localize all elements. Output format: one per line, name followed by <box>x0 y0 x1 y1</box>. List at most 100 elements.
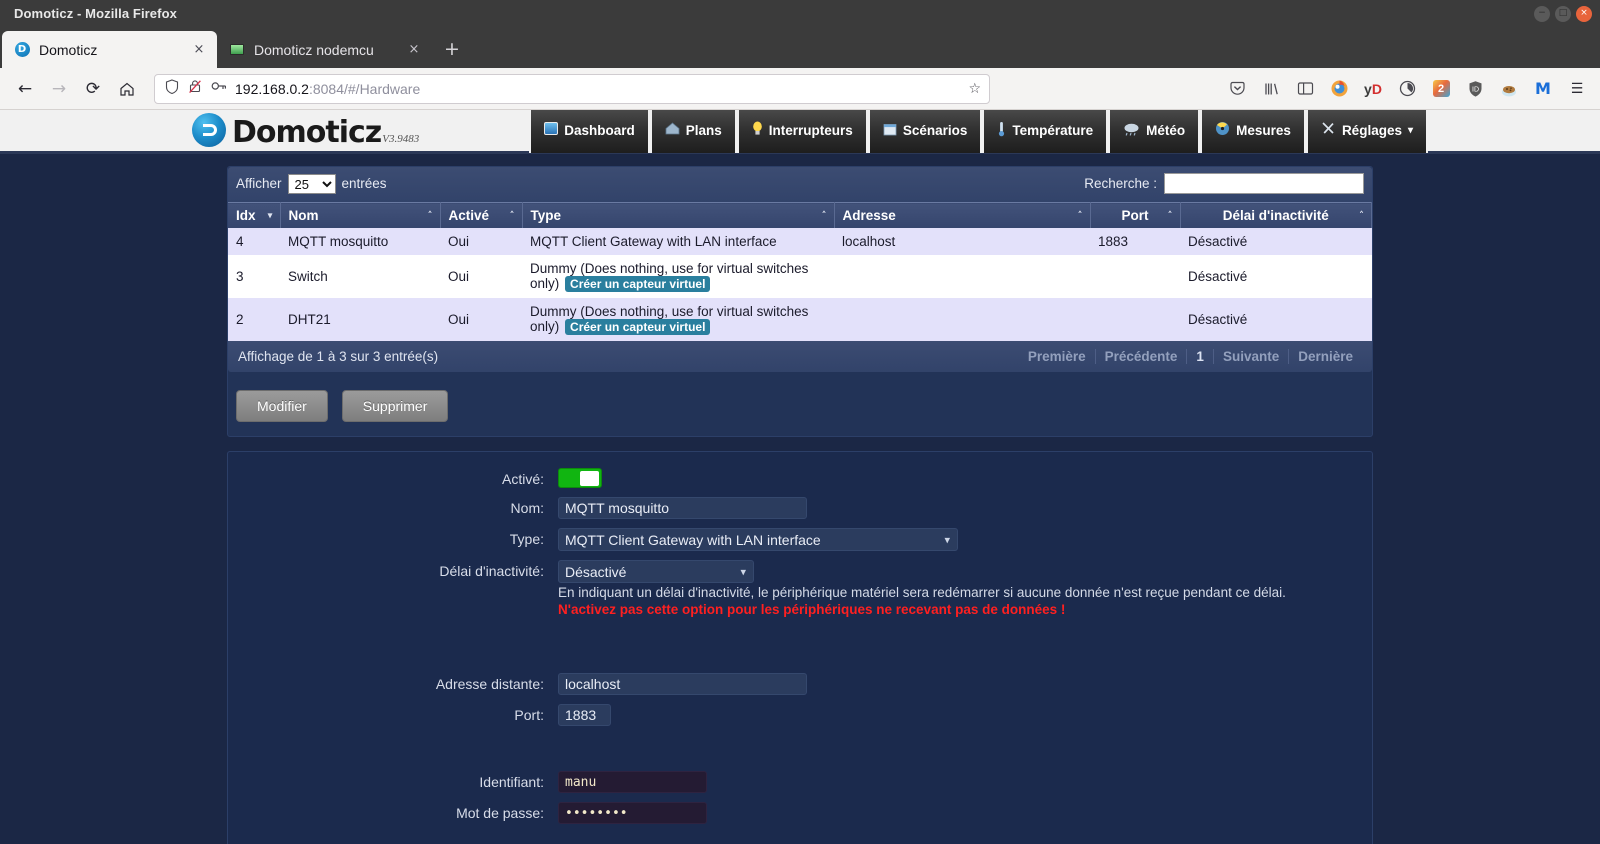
chevron-down-icon: ▾ <box>740 565 746 578</box>
malwarebytes-icon[interactable]: M <box>1528 74 1558 104</box>
library-icon[interactable] <box>1256 74 1286 104</box>
maximize-button[interactable]: □ <box>1555 6 1571 22</box>
create-virtual-sensor-button[interactable]: Créer un capteur virtuel <box>565 319 710 335</box>
url-text[interactable]: 192.168.0.2:8084/#/Hardware <box>235 81 960 97</box>
menu-label: Scénarios <box>903 123 968 138</box>
table-row[interactable]: 3 Switch Oui Dummy (Does nothing, use fo… <box>228 255 1372 298</box>
menu-item-interrupteurs[interactable]: Interrupteurs <box>737 110 868 153</box>
address-bar[interactable]: 192.168.0.2:8084/#/Hardware ☆ <box>154 74 990 104</box>
timeout-select[interactable]: Désactivé ▾ <box>558 560 754 583</box>
bookmark-star-icon[interactable]: ☆ <box>968 81 981 97</box>
column-label: Nom <box>289 208 319 223</box>
badge-2-extension-icon[interactable]: 2 <box>1426 74 1456 104</box>
tab-domoticz-nodemcu[interactable]: Domoticz nodemcu × <box>217 31 432 68</box>
menu-item-dashboard[interactable]: Dashboard <box>529 110 650 153</box>
yd-extension-icon[interactable]: yD <box>1358 74 1388 104</box>
name-input[interactable] <box>558 497 807 519</box>
minimize-button[interactable]: − <box>1534 6 1550 22</box>
type-select[interactable]: MQTT Client Gateway with LAN interface ▾ <box>558 528 958 551</box>
hamburger-menu-icon[interactable]: ☰ <box>1562 74 1592 104</box>
firefox-extension-icon[interactable] <box>1324 74 1354 104</box>
tab-domoticz[interactable]: D Domoticz × <box>2 31 217 68</box>
edit-button[interactable]: Modifier <box>236 390 328 422</box>
cell-delai: Désactivé <box>1180 228 1372 255</box>
page-length-select[interactable]: 251050100 <box>288 174 336 194</box>
back-button[interactable]: ← <box>8 73 42 105</box>
enabled-toggle[interactable] <box>558 468 602 488</box>
create-virtual-sensor-button[interactable]: Créer un capteur virtuel <box>565 276 710 292</box>
menu-item-scenarios[interactable]: Scénarios <box>868 110 983 153</box>
port-input[interactable] <box>558 704 611 726</box>
disc-extension-icon[interactable] <box>1392 74 1422 104</box>
menu-item-reglages[interactable]: Réglages ▾ <box>1306 110 1428 153</box>
pager-next[interactable]: Suivante <box>1213 349 1288 364</box>
forward-button[interactable]: → <box>42 73 76 105</box>
sort-indicator: ˄ <box>1168 210 1173 221</box>
remote-address-input[interactable] <box>558 673 807 695</box>
column-header-idx[interactable]: Idx▾ <box>228 203 280 229</box>
form-spacer <box>228 735 1372 771</box>
chevron-down-icon: ▾ <box>944 533 950 546</box>
hardware-table: Idx▾ Nom˄ Activé˄ Type˄ Adresse˄ Port˄ D… <box>228 202 1372 341</box>
table-row[interactable]: 2 DHT21 Oui Dummy (Does nothing, use for… <box>228 298 1372 341</box>
cell-port: 1883 <box>1090 228 1180 255</box>
house-icon <box>665 122 680 139</box>
column-header-nom[interactable]: Nom˄ <box>280 203 440 229</box>
delete-button[interactable]: Supprimer <box>342 390 449 422</box>
sort-indicator: ▾ <box>267 210 272 221</box>
main-menu: Dashboard Plans Interrupteurs Scénarios <box>529 110 1428 153</box>
lock-broken-icon[interactable] <box>188 79 202 99</box>
form-row-port: Port: <box>228 704 1372 726</box>
sort-indicator: ˄ <box>1359 210 1364 221</box>
home-button[interactable] <box>110 73 144 105</box>
search-input[interactable] <box>1164 173 1364 194</box>
table-row[interactable]: 4 MQTT mosquitto Oui MQTT Client Gateway… <box>228 228 1372 255</box>
menu-item-temperature[interactable]: Température <box>982 110 1108 153</box>
form-row-enabled: Activé: <box>228 468 1372 488</box>
column-header-delai[interactable]: Délai d'inactivité ˄ <box>1180 203 1372 229</box>
form-row-remote-address: Adresse distante: <box>228 673 1372 695</box>
key-icon[interactable] <box>211 79 227 98</box>
tab-close-icon[interactable]: × <box>190 41 208 59</box>
column-label: Délai d'inactivité <box>1223 208 1329 223</box>
menu-item-mesures[interactable]: Mesures <box>1200 110 1306 153</box>
form-row-password: Mot de passe: <box>228 802 1372 824</box>
column-header-port[interactable]: Port˄ <box>1090 203 1180 229</box>
username-input[interactable] <box>558 771 707 793</box>
brand[interactable]: Domoticz V3.9483 <box>192 113 419 148</box>
password-input[interactable] <box>558 802 707 824</box>
pocket-icon[interactable] <box>1222 74 1252 104</box>
column-header-active[interactable]: Activé˄ <box>440 203 522 229</box>
pager-first[interactable]: Première <box>1019 349 1095 364</box>
column-header-type[interactable]: Type˄ <box>522 203 834 229</box>
minimize-icon: − <box>1538 9 1546 18</box>
pager-previous[interactable]: Précédente <box>1095 349 1187 364</box>
cell-type: Dummy (Does nothing, use for virtual swi… <box>522 255 834 298</box>
cell-idx: 3 <box>228 255 280 298</box>
domoticz-header: Domoticz V3.9483 Dashboard Plans Interru… <box>0 110 1600 154</box>
shield-icon[interactable] <box>165 79 179 99</box>
menu-item-meteo[interactable]: Météo <box>1108 110 1200 153</box>
tab-close-icon[interactable]: × <box>405 41 423 59</box>
menu-label: Mesures <box>1236 123 1291 138</box>
menu-label: Réglages <box>1342 123 1402 138</box>
cell-idx: 4 <box>228 228 280 255</box>
close-button[interactable]: × <box>1576 6 1592 22</box>
sidebar-icon[interactable] <box>1290 74 1320 104</box>
pager-last[interactable]: Dernière <box>1288 349 1362 364</box>
menu-item-plans[interactable]: Plans <box>650 110 737 153</box>
cookie-extension-icon[interactable] <box>1494 74 1524 104</box>
new-tab-button[interactable]: + <box>436 33 468 65</box>
lightbulb-icon <box>752 121 763 140</box>
form-row-type: Type: MQTT Client Gateway with LAN inter… <box>228 528 1372 551</box>
reload-button[interactable]: ⟳ <box>76 73 110 105</box>
cell-port <box>1090 298 1180 341</box>
tab-title: Domoticz <box>39 42 181 58</box>
web-page: Domoticz V3.9483 Dashboard Plans Interru… <box>0 110 1600 844</box>
pager-page-1[interactable]: 1 <box>1186 349 1213 364</box>
shield-extension-icon[interactable]: ID <box>1460 74 1490 104</box>
thermometer-icon <box>997 121 1006 141</box>
form-spacer <box>228 627 1372 673</box>
column-header-adresse[interactable]: Adresse˄ <box>834 203 1090 229</box>
hardware-table-panel: Afficher 251050100 entrées Recherche : <box>227 166 1373 437</box>
